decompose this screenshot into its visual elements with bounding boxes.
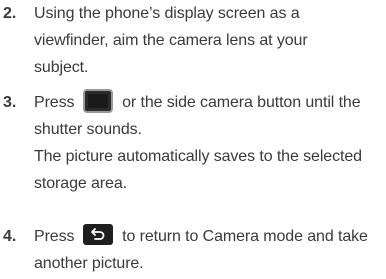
step-line: Using the phone’s display screen as a — [34, 5, 300, 22]
step-line: storage area. — [34, 175, 127, 192]
manual-page: 2. Using the phone’s display screen as a… — [0, 0, 386, 279]
step-text: Press to return to Camera mode and take … — [34, 223, 386, 277]
step-text: Press or the side camera button until th… — [34, 88, 386, 197]
step-number: 4. — [3, 228, 17, 245]
step-number: 2. — [3, 5, 17, 22]
step-line: The picture automatically saves to the s… — [34, 148, 362, 165]
shutter-key-icon — [82, 88, 113, 113]
step-line: shutter sounds. — [34, 121, 142, 138]
step-line: Press to return to Camera mode and take — [34, 223, 386, 250]
step-line: subject. — [34, 59, 89, 76]
instruction-text: to return to Camera mode and take — [117, 228, 368, 245]
press-text: Press — [34, 228, 79, 245]
step-line: viewfinder, aim the camera lens at your — [34, 32, 308, 49]
back-arrow-key-icon — [82, 224, 113, 246]
step-number: 3. — [3, 94, 17, 111]
step-line: Press or the side camera button until th… — [34, 88, 386, 116]
press-text: Press — [34, 94, 79, 111]
step-text: Using the phone’s display screen as a vi… — [34, 0, 386, 81]
step-line: another picture. — [34, 255, 144, 272]
instruction-text: or the side camera button until the — [117, 94, 361, 111]
